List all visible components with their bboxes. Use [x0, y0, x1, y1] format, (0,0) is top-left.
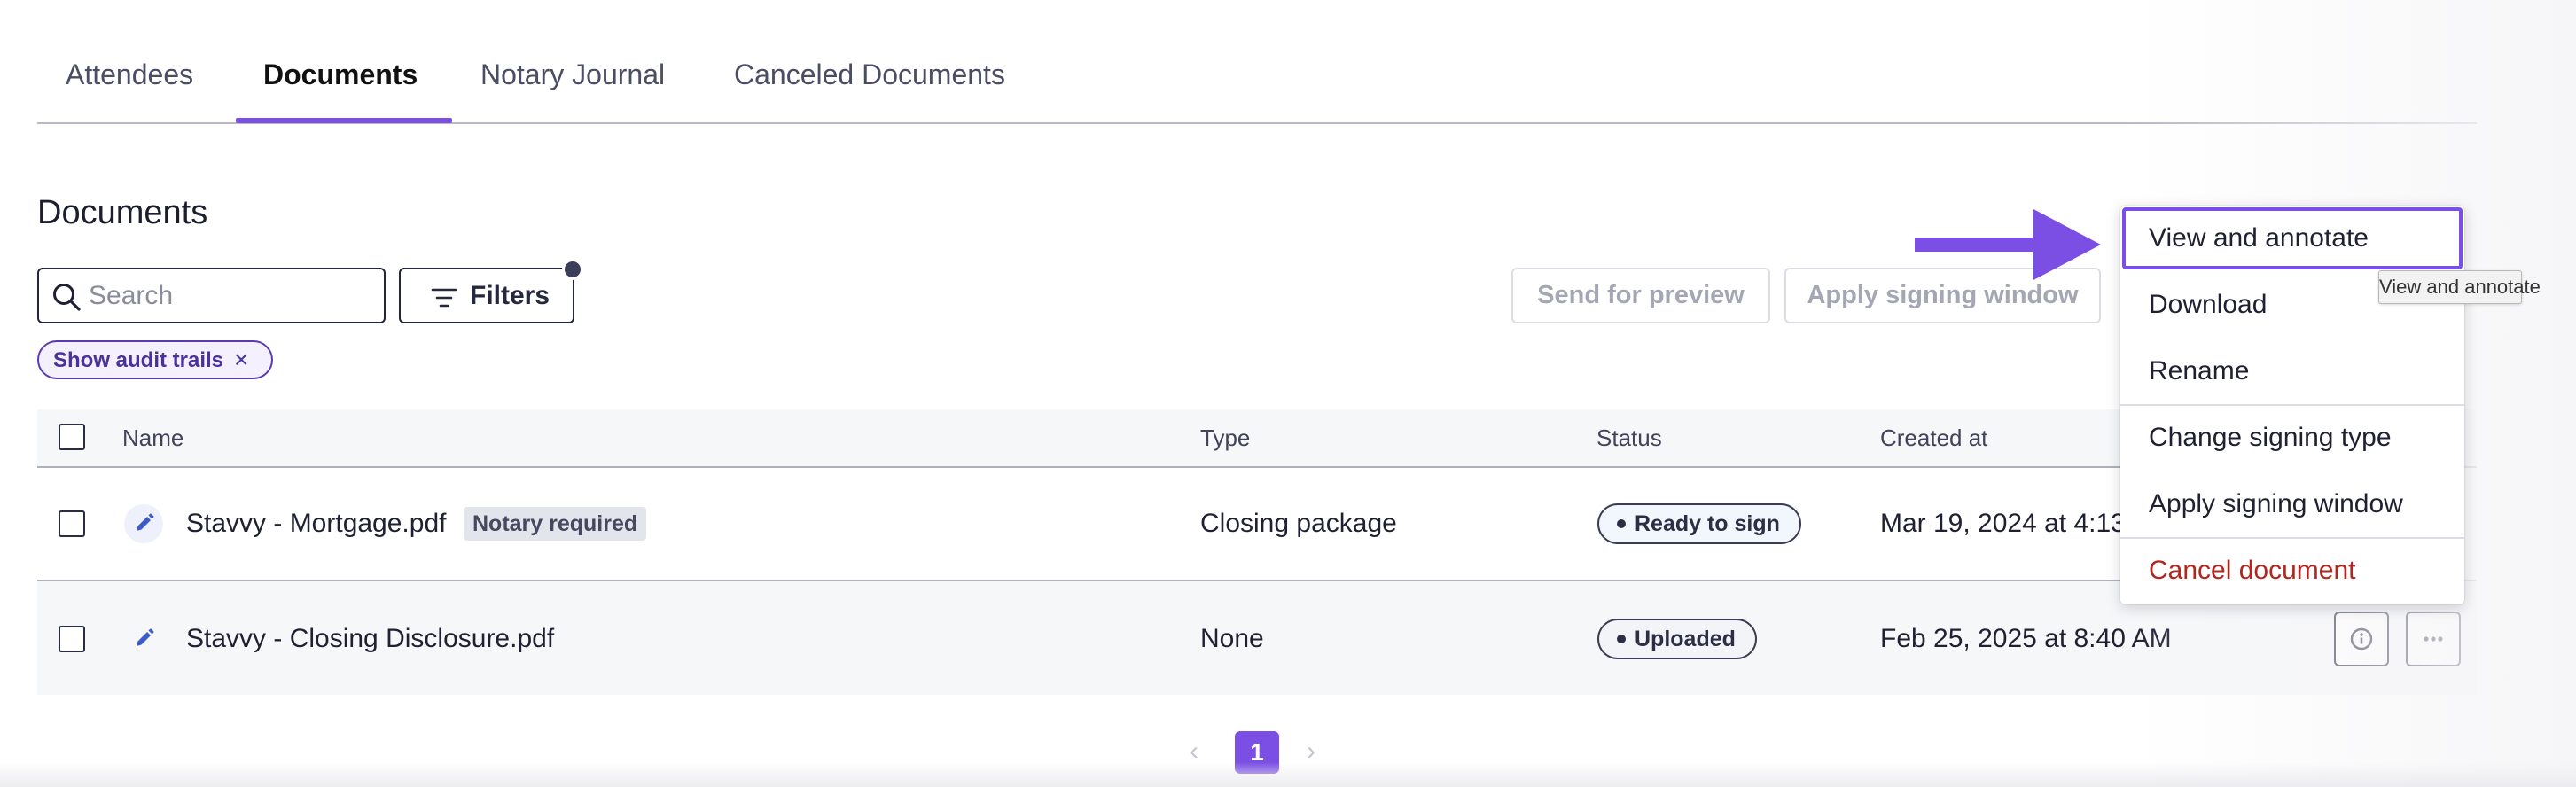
chip-label: Show audit trails — [53, 348, 224, 372]
status-label: Uploaded — [1635, 627, 1736, 651]
audit-trails-chip[interactable]: Show audit trails × — [37, 340, 273, 379]
filters-label: Filters — [470, 281, 550, 310]
tab-documents[interactable]: Documents — [263, 55, 418, 94]
column-header-status[interactable]: Status — [1596, 424, 1662, 452]
status-badge: Ready to sign — [1597, 503, 1801, 544]
status-dot — [1617, 519, 1626, 528]
active-tab-indicator — [236, 118, 452, 123]
tab-canceled-documents[interactable]: Canceled Documents — [734, 55, 1005, 94]
annotation-arrow-shaft — [1915, 238, 2039, 252]
arrow-right-icon — [2033, 209, 2101, 280]
notary-required-badge: Notary required — [464, 507, 647, 541]
document-name[interactable]: Stavvy - Closing Disclosure.pdf — [186, 621, 554, 657]
menu-item-apply-signing-window[interactable]: Apply signing window — [2120, 473, 2464, 535]
close-icon[interactable]: × — [234, 346, 248, 374]
menu-item-rename[interactable]: Rename — [2120, 340, 2464, 402]
created-at: Mar 19, 2024 at 4:13 — [1880, 509, 2126, 538]
filters-button[interactable]: Filters — [399, 268, 574, 323]
menu-item-change-signing-type[interactable]: Change signing type — [2120, 407, 2464, 469]
search-icon — [53, 284, 81, 311]
search-input[interactable] — [89, 277, 372, 316]
table-header — [37, 409, 2477, 468]
filter-icon — [431, 288, 457, 308]
document-actions-menu: View and annotate Download Rename Change… — [2120, 206, 2464, 604]
section-title: Documents — [37, 194, 208, 231]
document-type: Closing package — [1200, 509, 1397, 538]
bottom-shadow — [0, 762, 2576, 787]
tooltip: View and annotate — [2378, 270, 2541, 304]
tab-notary-journal[interactable]: Notary Journal — [480, 55, 665, 94]
column-header-created-at[interactable]: Created at — [1880, 424, 1987, 452]
column-header-name[interactable]: Name — [122, 424, 183, 452]
document-type: None — [1200, 624, 1264, 653]
search-box[interactable] — [37, 268, 386, 323]
row-checkbox[interactable] — [59, 510, 85, 537]
row-checkbox[interactable] — [59, 626, 85, 652]
tab-attendees[interactable]: Attendees — [66, 55, 193, 94]
menu-item-view-and-annotate[interactable]: View and annotate — [2122, 207, 2463, 269]
filters-active-indicator — [562, 259, 583, 280]
send-for-preview-button[interactable]: Send for preview — [1511, 268, 1770, 323]
select-all-checkbox[interactable] — [59, 424, 85, 450]
status-dot — [1617, 635, 1626, 643]
column-header-type[interactable]: Type — [1200, 424, 1250, 452]
status-badge: Uploaded — [1597, 619, 1757, 659]
document-name[interactable]: Stavvy - Mortgage.pdf — [186, 506, 446, 542]
menu-divider — [2120, 537, 2464, 539]
menu-item-cancel-document[interactable]: Cancel document — [2120, 540, 2464, 602]
status-label: Ready to sign — [1635, 511, 1780, 536]
menu-divider — [2120, 404, 2464, 406]
edit-icon[interactable] — [124, 504, 163, 543]
edit-icon[interactable] — [124, 619, 163, 658]
